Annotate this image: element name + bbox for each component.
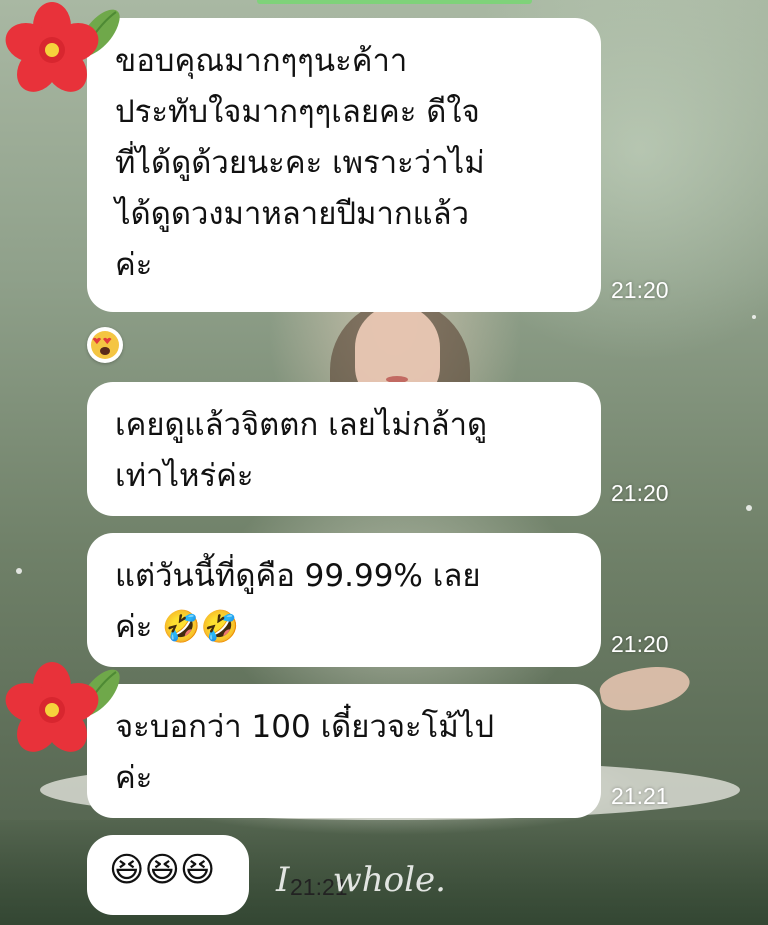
heart-eyes-emoji-icon bbox=[91, 331, 119, 359]
background-watermark-text: I whole. bbox=[276, 860, 446, 900]
message-text: เคยดูแล้วจิตตก เลยไม่กล้าดู เท่าไหร่ค่ะ bbox=[115, 407, 488, 494]
message-time: 21:20 bbox=[611, 277, 669, 303]
message-text: ขอบคุณมากๆๆนะค้าา ประทับใจมากๆๆเลยคะ ดีใ… bbox=[115, 43, 485, 283]
message-bubble[interactable]: ขอบคุณมากๆๆนะค้าา ประทับใจมากๆๆเลยคะ ดีใ… bbox=[87, 18, 601, 312]
sender-avatar[interactable] bbox=[4, 2, 124, 101]
message-bubble[interactable]: แต่วันนี้ที่ดูคือ 99.99% เลย ค่ะ 🤣🤣 bbox=[87, 533, 601, 667]
message-bubble[interactable]: 😆😆😆 bbox=[87, 835, 249, 915]
background-sparkle bbox=[752, 315, 756, 319]
message-bubble[interactable]: เคยดูแล้วจิตตก เลยไม่กล้าดู เท่าไหร่ค่ะ bbox=[87, 382, 601, 516]
background-sparkle bbox=[16, 568, 22, 574]
message-reaction[interactable] bbox=[87, 327, 123, 363]
message-text: 😆😆😆 bbox=[109, 850, 216, 890]
background-sparkle bbox=[746, 505, 752, 511]
top-indicator bbox=[257, 0, 532, 4]
message-text: แต่วันนี้ที่ดูคือ 99.99% เลย ค่ะ 🤣🤣 bbox=[115, 558, 481, 645]
message-text: จะบอกว่า 100 เดี๋ยวจะโม้ไป ค่ะ bbox=[115, 709, 495, 796]
message-bubble[interactable]: จะบอกว่า 100 เดี๋ยวจะโม้ไป ค่ะ bbox=[87, 684, 601, 818]
sender-avatar[interactable] bbox=[4, 662, 124, 761]
red-hibiscus-flower-icon bbox=[5, 662, 120, 752]
red-hibiscus-flower-icon bbox=[5, 2, 120, 92]
message-time: 21:20 bbox=[611, 631, 669, 657]
message-time: 21:21 bbox=[611, 783, 669, 809]
message-time: 21:20 bbox=[611, 480, 669, 506]
